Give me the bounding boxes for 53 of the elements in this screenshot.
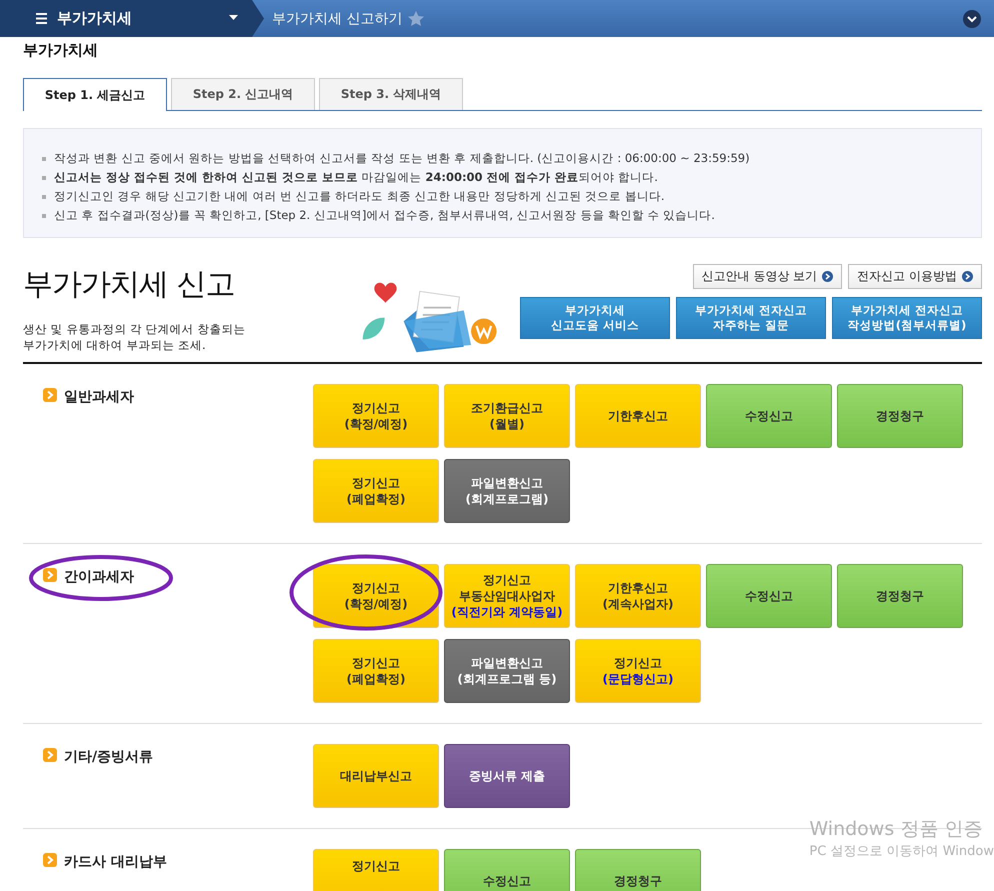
filing-button[interactable]: 정기신고 부동산임대사업자 (직전기와 계약동일)	[444, 564, 570, 628]
service-button[interactable]: 부가가치세 전자신고 작성방법(첨부서류별)	[832, 297, 982, 339]
guide-link-button[interactable]: 신고안내 동영상 보기	[692, 264, 842, 289]
filing-button[interactable]: 수정신고	[444, 849, 570, 891]
arrow-bullet-icon	[43, 388, 57, 402]
service-button[interactable]: 부가가치세 신고도움 서비스	[520, 297, 670, 339]
dropdown-caret-icon[interactable]	[229, 15, 238, 20]
arrow-bullet-icon	[43, 748, 57, 762]
step-tab[interactable]: Step 2. 신고내역	[171, 78, 315, 110]
arrow-circle-icon	[962, 271, 973, 282]
filing-button[interactable]: 정기신고 (확정/예정)	[313, 384, 439, 448]
filing-button[interactable]: 대리납부신고	[313, 744, 439, 808]
section-label: 간이과세자	[64, 568, 134, 586]
filing-button[interactable]: 경정청구	[837, 384, 963, 448]
menu-icon[interactable]	[36, 13, 47, 24]
chevron-down-icon[interactable]	[963, 10, 981, 28]
section-label: 일반과세자	[64, 388, 134, 406]
menu-title[interactable]: 부가가치세	[57, 9, 132, 28]
hero-title: 부가가치세 신고	[23, 266, 236, 304]
star-icon[interactable]	[408, 11, 424, 26]
filing-button[interactable]: 경정청구	[837, 564, 963, 628]
guide-link-button[interactable]: 전자신고 이용방법	[848, 264, 982, 289]
notice-text: 신고 후 접수결과(정상)를 꼭 확인하고, [Step 2. 신고내역]에서 접수증, 첨부서류내역, 신고서원장 등을 확인할 수 있습니다.	[54, 207, 715, 224]
filing-button[interactable]: 정기신고 (폐업확정)	[313, 459, 439, 523]
filing-button[interactable]: 수정신고	[706, 384, 832, 448]
filing-button[interactable]: 기한후신고	[575, 384, 701, 448]
filing-button[interactable]: 파일변환신고 (회계프로그램 등)	[444, 639, 570, 703]
filing-button[interactable]: 정기신고 (폐업확정)	[313, 639, 439, 703]
filing-button[interactable]: 파일변환신고 (회계프로그램)	[444, 459, 570, 523]
step-tab[interactable]: Step 1. 세금신고	[23, 78, 167, 111]
filing-button[interactable]: 증빙서류 제출	[444, 744, 570, 808]
activation-notice-text: PC 설정으로 이동하여 Window	[809, 843, 994, 860]
arrow-bullet-icon	[43, 853, 57, 867]
section-label: 기타/증빙서류	[64, 748, 154, 766]
page-title: 부가가치세	[23, 41, 99, 61]
filing-button[interactable]: 기한후신고 (계속사업자)	[575, 564, 701, 628]
filing-button[interactable]: 정기신고 (확정/예정)	[313, 564, 439, 628]
activation-notice-title: Windows 정품 인증	[809, 817, 984, 842]
filing-button[interactable]: 정기신고 (문답형신고)	[575, 639, 701, 703]
arrow-circle-icon	[822, 271, 834, 282]
service-button[interactable]: 부가가치세 전자신고 자주하는 질문	[676, 297, 826, 339]
section-label: 카드사 대리납부	[64, 853, 167, 871]
arrow-bullet-icon	[43, 568, 57, 582]
filing-button[interactable]: 경정청구	[575, 849, 701, 891]
notice-text: 신고서는 정상 접수된 것에 한하여 신고된 것으로 보므로 마감일에는 24:00:00 전에 접수가 완료되어야 합니다.	[54, 169, 658, 186]
hero-description: 생산 및 유통과정의 각 단계에서 창출되는 부가가치에 대하여 부과되는 조세.	[23, 321, 246, 353]
step-tab[interactable]: Step 3. 삭제내역	[319, 78, 463, 110]
filing-button[interactable]: 정기신고	[313, 849, 439, 891]
filing-button[interactable]: 수정신고	[706, 564, 832, 628]
notice-text: 정기신고인 경우 해당 신고기한 내에 여러 번 신고를 하더라도 최종 신고한 내용만 정당하게 신고된 것으로 봅니다.	[54, 188, 664, 205]
filing-button[interactable]: 조기환급신고 (월별)	[444, 384, 570, 448]
breadcrumb-text: 부가가치세 신고하기	[272, 10, 402, 28]
notice-text: 작성과 변환 신고 중에서 원하는 방법을 선택하여 신고서를 작성 또는 변환 후 제출합니다. (신고이용시간 : 06:00:00 ~ 23:59:59)	[54, 150, 750, 167]
